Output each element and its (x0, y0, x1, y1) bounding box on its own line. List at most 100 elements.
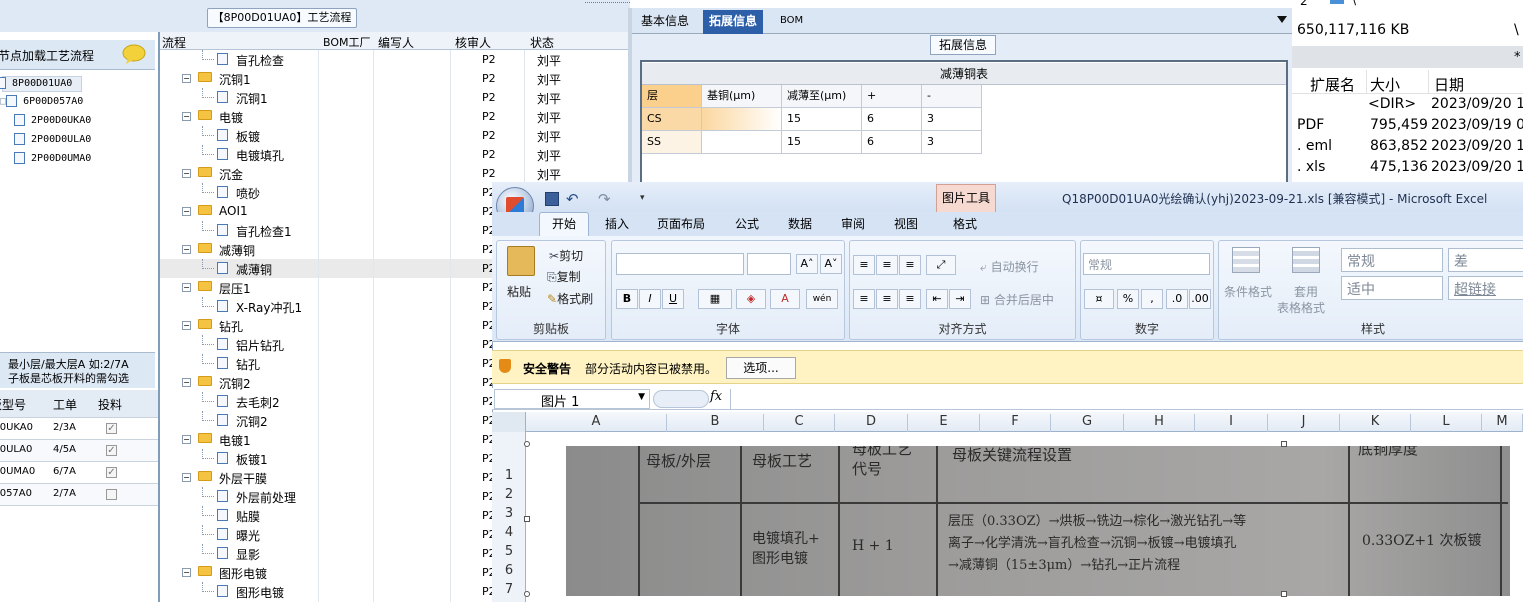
embedded-photo[interactable]: 母板/外层 母板工艺 母板工艺 代号 母板关键流程设置 底铜厚度 电镀填孔+ 图… (566, 446, 1510, 596)
name-box[interactable]: 图片 1 ▼ (494, 389, 650, 410)
splitter-handle[interactable] (585, 2, 630, 8)
collapse-icon[interactable]: − (182, 435, 191, 444)
tab-extended-info[interactable]: 拓展信息 (703, 10, 764, 34)
wrap-text-button[interactable]: ⤶ 自动换行 (980, 258, 1039, 275)
align-top-icon[interactable]: ≡ (853, 255, 875, 275)
align-center-icon[interactable]: ≡ (876, 289, 898, 309)
collapse-icon[interactable]: − (182, 169, 191, 178)
column-header[interactable]: D (835, 414, 908, 432)
paste-icon[interactable] (507, 246, 535, 276)
table-cell[interactable] (702, 131, 782, 154)
phonetic-icon[interactable]: wén (806, 289, 838, 309)
collapse-icon[interactable]: − (182, 378, 191, 387)
collapse-icon[interactable]: − (182, 112, 191, 121)
collapse-icon[interactable]: − (182, 207, 191, 216)
flow-row[interactable]: 沉铜1P2刘平已编写 (160, 88, 724, 107)
column-header[interactable]: F (980, 414, 1051, 432)
col-size[interactable]: 大小 (1370, 74, 1400, 95)
orientation-icon[interactable]: ⤢ (926, 255, 956, 275)
style-neutral[interactable]: 适中 (1341, 276, 1443, 300)
flow-row[interactable]: −电镀P2刘平已编写 (160, 107, 724, 126)
decrease-decimal-icon[interactable]: .00 (1189, 289, 1211, 309)
collapse-icon[interactable]: − (182, 245, 191, 254)
table-cell[interactable]: CS (642, 108, 702, 131)
dropdown-arrow-icon[interactable] (1277, 16, 1287, 23)
table-cell[interactable]: 3 (922, 108, 982, 131)
number-format-select[interactable]: 常规 (1083, 253, 1210, 275)
feed-checkbox[interactable] (106, 489, 117, 500)
left-grid-row[interactable]: D0ULA0 4/5A ✓ (0, 440, 158, 462)
row-header[interactable]: 2 (492, 487, 526, 502)
table-cell[interactable]: 15 (782, 108, 862, 131)
merge-center-button[interactable]: ⊞ 合并后居中 (980, 291, 1054, 308)
table-format-icon[interactable] (1292, 247, 1320, 273)
style-bad[interactable]: 差 (1448, 248, 1523, 272)
feed-checkbox[interactable]: ✓ (106, 467, 117, 478)
collapse-icon[interactable]: − (182, 283, 191, 292)
table-cell[interactable]: 15 (782, 131, 862, 154)
col-ext[interactable]: 扩展名 (1310, 74, 1355, 95)
bold-icon[interactable]: B (616, 289, 638, 309)
flow-row[interactable]: 板镀P2刘平已编写 (160, 126, 724, 145)
decrease-indent-icon[interactable]: ⇤ (926, 289, 948, 309)
column-header[interactable]: C (764, 414, 835, 432)
shrink-font-icon[interactable]: A˅ (820, 254, 842, 274)
align-bottom-icon[interactable]: ≡ (899, 255, 921, 275)
underline-icon[interactable]: U (662, 289, 684, 309)
column-header[interactable]: E (908, 414, 980, 432)
flow-row[interactable]: 盲孔检查P2刘平已编写 (160, 50, 724, 69)
collapse-icon[interactable]: − (182, 321, 191, 330)
flow-row[interactable]: −沉铜1P2刘平已编写 (160, 69, 724, 88)
copy-button[interactable]: ⎘复制 (547, 268, 581, 285)
conditional-format-button[interactable]: 条件格式 (1224, 283, 1272, 300)
table-cell[interactable] (702, 108, 782, 131)
column-header[interactable]: I (1195, 414, 1268, 432)
tab-data[interactable]: 数据 (788, 215, 812, 232)
style-normal[interactable]: 常规 (1341, 248, 1443, 272)
tab-page-layout[interactable]: 页面布局 (657, 215, 705, 232)
feed-checkbox[interactable]: ✓ (106, 445, 117, 456)
options-button[interactable]: 选项... (726, 357, 796, 379)
tab-view[interactable]: 视图 (894, 215, 918, 232)
fx-icon[interactable]: fx (710, 389, 722, 404)
font-color-icon[interactable]: A (770, 289, 800, 309)
align-left-icon[interactable]: ≡ (853, 289, 875, 309)
table-format-label-2[interactable]: 表格格式 (1277, 299, 1325, 316)
align-right-icon[interactable]: ≡ (899, 289, 921, 309)
column-header[interactable]: G (1051, 414, 1124, 432)
flow-row[interactable]: 电镀填孔P2刘平已编写 (160, 145, 724, 164)
column-header[interactable]: B (667, 414, 764, 432)
italic-icon[interactable]: I (639, 289, 661, 309)
fill-color-icon[interactable]: ◈ (736, 289, 766, 309)
row-header[interactable]: 1 (492, 468, 526, 483)
selection-handle[interactable] (1281, 591, 1287, 597)
grow-font-icon[interactable]: A˄ (796, 254, 818, 274)
row-header[interactable]: 7 (492, 582, 526, 597)
tab-insert[interactable]: 插入 (605, 215, 629, 232)
select-all-corner[interactable] (492, 412, 526, 432)
increase-decimal-icon[interactable]: .0 (1166, 289, 1188, 309)
font-name-select[interactable] (616, 253, 744, 275)
comma-icon[interactable]: , (1141, 289, 1163, 309)
percent-icon[interactable]: % (1117, 289, 1139, 309)
row-header[interactable]: 5 (492, 544, 526, 559)
tab-home[interactable]: 开始 (552, 215, 576, 232)
selection-handle[interactable] (1281, 441, 1287, 447)
row-header[interactable]: 6 (492, 563, 526, 578)
paste-button[interactable]: 粘贴 (507, 283, 531, 300)
selection-handle[interactable] (524, 441, 530, 447)
collapse-icon[interactable]: − (182, 74, 191, 83)
collapse-icon[interactable]: − (182, 473, 191, 482)
table-cell[interactable]: SS (642, 131, 702, 154)
tree-node[interactable]: 2P00D0ULA0 (14, 133, 91, 145)
row-header[interactable]: 3 (492, 506, 526, 521)
tab-format[interactable]: 格式 (953, 215, 977, 232)
tab-bom[interactable]: BOM (774, 10, 809, 34)
currency-icon[interactable]: ¤ (1084, 289, 1114, 309)
column-header[interactable]: L (1411, 414, 1482, 432)
quick-access-menu-icon[interactable]: ▾ (640, 193, 645, 203)
style-hyperlink[interactable]: 超链接 (1448, 276, 1523, 300)
table-format-label-1[interactable]: 套用 (1294, 283, 1318, 300)
row-header[interactable]: 4 (492, 525, 526, 540)
formula-zoom-handle[interactable] (653, 390, 709, 408)
